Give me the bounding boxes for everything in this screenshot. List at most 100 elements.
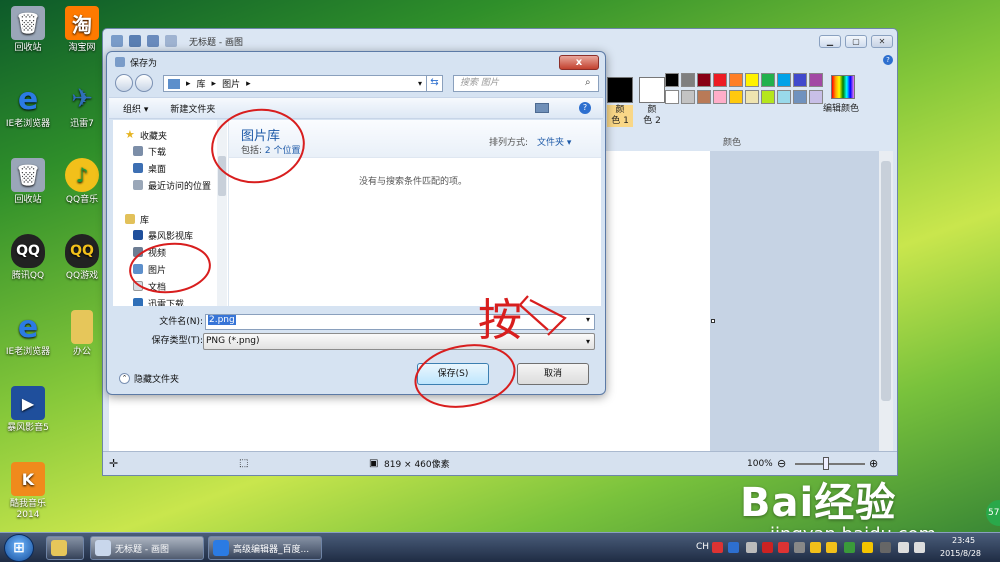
desktop-icon-ie-2[interactable]: e IE老浏览器 (0, 306, 56, 376)
scrollbar-thumb[interactable] (218, 156, 226, 196)
palette-swatch[interactable] (777, 73, 791, 87)
start-button[interactable]: ⊞ (4, 534, 34, 562)
tray-icon[interactable] (712, 542, 723, 553)
zoom-out-icon[interactable]: ⊖ (777, 457, 786, 470)
breadcrumb-item-pictures[interactable]: 图片 (222, 77, 240, 90)
taskbar-item-browser[interactable]: 高级编辑器_百度... (208, 536, 322, 560)
network-icon[interactable] (898, 542, 909, 553)
library-locations-link[interactable]: 2 个位置 (265, 146, 301, 156)
palette-swatch[interactable] (745, 73, 759, 87)
vertical-scrollbar[interactable] (879, 151, 893, 451)
palette-swatch[interactable] (809, 73, 823, 87)
clock-date[interactable]: 2015/8/28 (940, 549, 981, 558)
chevron-down-icon[interactable]: ▾ (586, 315, 590, 324)
forward-button[interactable] (135, 74, 153, 92)
nav-item-downloads[interactable]: 下载 (133, 144, 166, 158)
ime-indicator[interactable]: CH (696, 542, 709, 552)
volume-icon[interactable] (914, 542, 925, 553)
edit-colors-label[interactable]: 编辑颜色 (823, 101, 859, 114)
nav-item-videos[interactable]: 视频 (133, 245, 166, 259)
redo-icon[interactable] (165, 35, 177, 47)
taskbar-explorer-button[interactable] (46, 536, 84, 560)
nav-scrollbar[interactable] (217, 120, 227, 306)
palette-swatch[interactable] (793, 90, 807, 104)
filetype-select[interactable]: PNG (*.png) ▾ (203, 333, 595, 350)
tray-icon[interactable] (746, 542, 757, 553)
tray-icon[interactable] (778, 542, 789, 553)
organize-button[interactable]: 组织 ▾ (123, 102, 148, 115)
back-button[interactable] (115, 74, 133, 92)
dialog-close-button[interactable]: x (559, 55, 599, 70)
view-options-icon[interactable] (535, 103, 549, 113)
help-icon[interactable]: ? (579, 102, 591, 114)
palette-swatch[interactable] (777, 90, 791, 104)
maximize-button[interactable]: ▢ (845, 35, 867, 48)
nav-item-baofeng[interactable]: 暴风影视库 (133, 228, 193, 242)
palette-swatch[interactable] (713, 90, 727, 104)
palette-swatch[interactable] (713, 73, 727, 87)
desktop-icon-baofeng[interactable]: ▶ 暴风影音5 (0, 382, 56, 452)
zoom-slider-knob[interactable] (823, 457, 829, 470)
tray-icon[interactable] (794, 542, 805, 553)
desktop-icon-kuwo[interactable]: K 酷我音乐 2014 (0, 458, 56, 528)
palette-swatch[interactable] (745, 90, 759, 104)
nav-item-desktop[interactable]: 桌面 (133, 161, 166, 175)
color1-swatch[interactable] (607, 77, 633, 103)
nav-item-recent[interactable]: 最近访问的位置 (133, 178, 211, 192)
tray-shield-icon[interactable] (844, 542, 855, 553)
palette-swatch[interactable] (793, 73, 807, 87)
scrollbar-thumb[interactable] (881, 161, 891, 401)
breadcrumb[interactable]: ▸ 库 ▸ 图片 ▸ ▾ ⇆ (163, 75, 443, 92)
chevron-down-icon[interactable]: ▾ (418, 79, 422, 88)
tray-icon[interactable] (862, 542, 873, 553)
save-button[interactable]: 保存(S) (417, 363, 489, 385)
hide-folders-toggle[interactable]: ⌃ 隐藏文件夹 (119, 372, 179, 385)
nav-item-pictures[interactable]: 图片 (133, 262, 166, 276)
canvas-resize-handle[interactable] (711, 319, 715, 323)
close-button[interactable]: ✕ (871, 35, 893, 48)
cancel-button[interactable]: 取消 (517, 363, 589, 385)
palette-swatch[interactable] (697, 73, 711, 87)
refresh-icon[interactable]: ⇆ (426, 75, 442, 92)
filename-input[interactable]: 2.png ▾ (205, 314, 595, 330)
tray-qq-icon[interactable] (810, 542, 821, 553)
help-icon[interactable]: ? (883, 55, 893, 65)
desktop-icon-recycle-bin[interactable]: 🗑 回收站 (0, 2, 56, 72)
color2-swatch[interactable] (639, 77, 665, 103)
palette-swatch[interactable] (681, 90, 695, 104)
arrange-by-dropdown[interactable]: 文件夹 ▾ (537, 135, 571, 148)
palette-swatch[interactable] (729, 90, 743, 104)
tray-icon[interactable] (880, 542, 891, 553)
minimize-button[interactable]: ▁ (819, 35, 841, 48)
palette-swatch[interactable] (665, 90, 679, 104)
palette-swatch[interactable] (761, 73, 775, 87)
desktop-icon-recycle-bin-2[interactable]: 🗑 回收站 (0, 154, 56, 224)
desktop-icon-qq[interactable]: QQ 腾讯QQ (0, 230, 56, 300)
palette-swatch[interactable] (665, 73, 679, 87)
palette-swatch[interactable] (681, 73, 695, 87)
undo-icon[interactable] (147, 35, 159, 47)
nav-item-libraries[interactable]: 库 (125, 212, 149, 226)
tray-qq-icon[interactable] (826, 542, 837, 553)
nav-item-thunder[interactable]: 迅雷下载 (133, 296, 184, 306)
side-badge[interactable]: 57 (986, 500, 1000, 526)
tray-help-icon[interactable] (728, 542, 739, 553)
palette-swatch[interactable] (809, 90, 823, 104)
palette-swatch[interactable] (697, 90, 711, 104)
breadcrumb-item-libraries[interactable]: 库 (197, 77, 206, 90)
taskbar-item-paint[interactable]: 无标题 - 画图 (90, 536, 204, 560)
color2-label[interactable]: 颜 色 2 (639, 105, 665, 127)
desktop-icon-ie[interactable]: e IE老浏览器 (0, 78, 56, 148)
zoom-in-icon[interactable]: ⊕ (869, 457, 878, 470)
new-folder-button[interactable]: 新建文件夹 (170, 102, 215, 115)
save-quick-icon[interactable] (129, 35, 141, 47)
clock-time[interactable]: 23:45 (952, 536, 975, 545)
tray-icon[interactable] (762, 542, 773, 553)
zoom-slider[interactable] (795, 463, 865, 465)
color1-label[interactable]: 颜 色 1 (607, 105, 633, 127)
palette-swatch[interactable] (729, 73, 743, 87)
search-input[interactable]: 搜索 图片 (453, 75, 599, 92)
palette-swatch[interactable] (761, 90, 775, 104)
nav-item-documents[interactable]: 文档 (133, 279, 166, 293)
edit-colors-icon[interactable] (831, 75, 855, 99)
